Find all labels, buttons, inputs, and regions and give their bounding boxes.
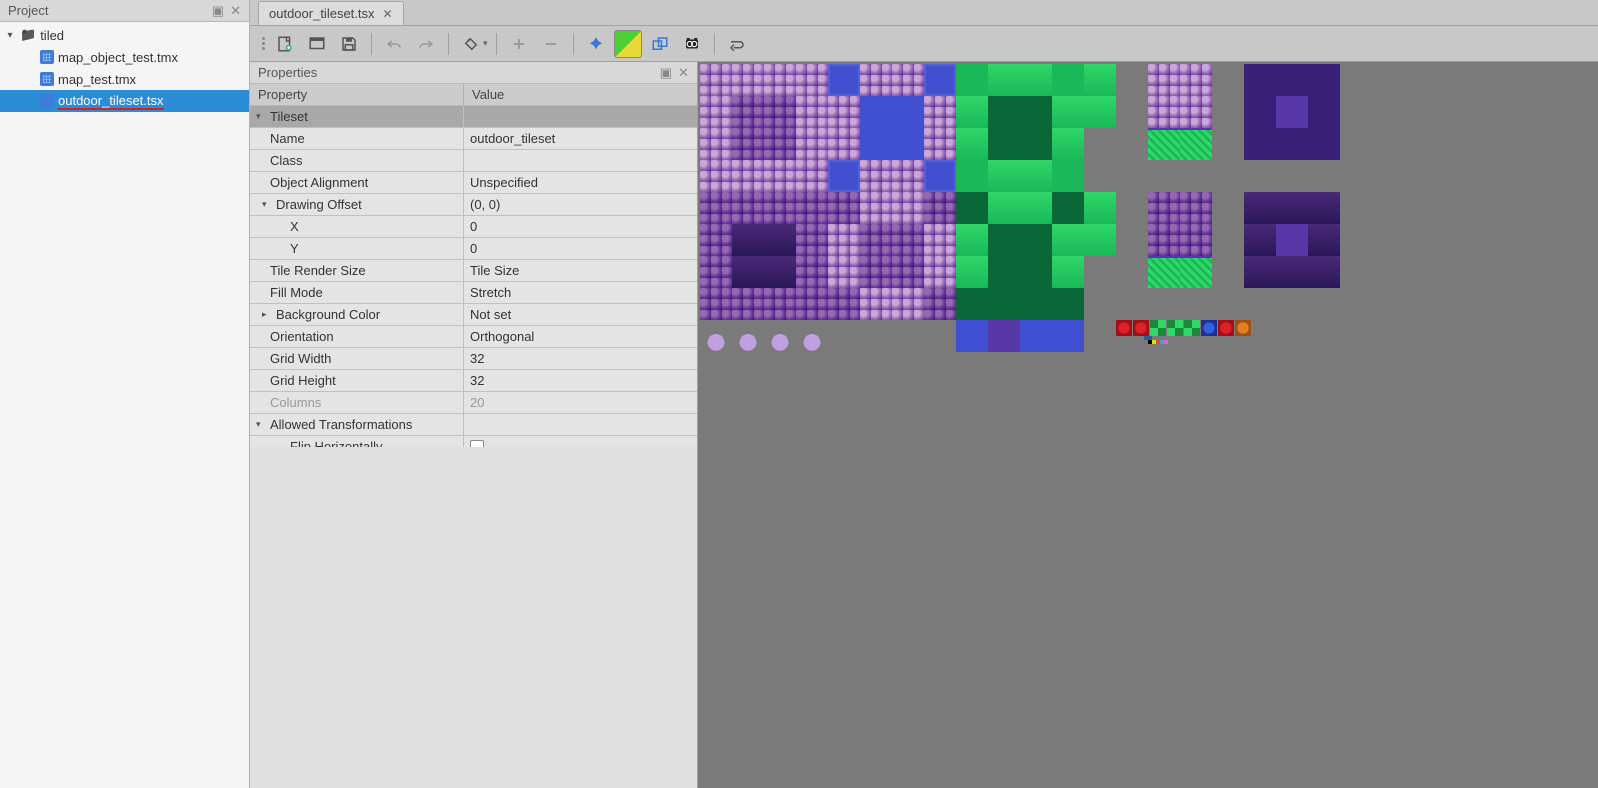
prop-orient-label: Orientation — [250, 326, 464, 347]
panel-float-icon[interactable]: ▣ — [212, 3, 224, 19]
add-tiles-button[interactable] — [505, 30, 533, 58]
prop-class-label: Class — [250, 150, 464, 171]
prop-alignment-label: Object Alignment — [250, 172, 464, 193]
tree-file-label: map_test.tmx — [58, 72, 136, 87]
collision-tool-button[interactable] — [646, 30, 674, 58]
save-button[interactable] — [335, 30, 363, 58]
prop-x-label: X — [250, 216, 464, 237]
chevron-down-icon[interactable]: ▾ — [4, 30, 16, 41]
animation-tool-button[interactable] — [678, 30, 706, 58]
tree-file-selected[interactable]: outdoor_tileset.tsx — [0, 90, 249, 112]
properties-panel-title: Properties — [258, 65, 317, 80]
drag-handle-icon[interactable] — [260, 37, 267, 50]
prop-fliph-label: Flip Horizontally — [250, 436, 464, 447]
tsx-file-icon — [40, 94, 54, 108]
tree-root-folder[interactable]: ▾ tiled — [0, 24, 249, 46]
tileset-properties-button[interactable] — [457, 30, 485, 58]
value-column-header: Value — [464, 84, 512, 105]
prop-fill-label: Fill Mode — [250, 282, 464, 303]
section-allowed[interactable]: Allowed Transformations — [270, 417, 412, 432]
flip-h-checkbox[interactable] — [470, 440, 484, 448]
terrain-tool-button[interactable] — [614, 30, 642, 58]
project-tree: ▾ tiled map_object_test.tmx map_test.tmx… — [0, 22, 249, 788]
prop-gw-value[interactable]: 32 — [464, 348, 697, 369]
prop-x-value[interactable]: 0 — [464, 216, 697, 237]
toolbar: ▾ — [250, 26, 1598, 62]
prop-y-label: Y — [250, 238, 464, 259]
project-panel-title: Project — [8, 3, 48, 18]
undo-button[interactable] — [380, 30, 408, 58]
sprite-row — [1116, 320, 1251, 336]
prop-name-label: Name — [250, 128, 464, 149]
prop-offset-value[interactable]: (0, 0) — [464, 194, 697, 215]
properties-panel: Properties ▣ ✕ Property Value ▾Tileset N… — [250, 62, 698, 788]
properties-grid-header: Property Value — [250, 84, 697, 106]
tmx-file-icon — [40, 72, 54, 86]
tree-folder-label: tiled — [40, 28, 64, 43]
document-tabbar: outdoor_tileset.tsx ✕ — [250, 0, 1598, 26]
prop-fill-value[interactable]: Stretch — [464, 282, 697, 303]
section-tileset[interactable]: Tileset — [270, 109, 308, 124]
embed-tileset-button[interactable] — [303, 30, 331, 58]
prop-cols-value: 20 — [464, 392, 697, 413]
pixel-sprite — [1144, 332, 1174, 352]
tileset-image[interactable] — [700, 64, 1340, 352]
panel-close-icon[interactable]: ✕ — [678, 65, 689, 81]
prop-bgcolor-label[interactable]: Background Color — [276, 307, 380, 322]
project-panel: Project ▣ ✕ ▾ tiled map_object_test.tmx … — [0, 0, 250, 788]
prop-render-value[interactable]: Tile Size — [464, 260, 697, 281]
prop-gh-label: Grid Height — [250, 370, 464, 391]
select-tool-button[interactable] — [582, 30, 610, 58]
tree-file-label: map_object_test.tmx — [58, 50, 178, 65]
prop-orient-value[interactable]: Orthogonal — [464, 326, 697, 347]
main-area: outdoor_tileset.tsx ✕ ▾ — [250, 0, 1598, 788]
prop-gw-label: Grid Width — [250, 348, 464, 369]
prop-alignment-value[interactable]: Unspecified — [464, 172, 697, 193]
folder-icon — [20, 27, 36, 43]
document-tab[interactable]: outdoor_tileset.tsx ✕ — [258, 1, 404, 25]
tree-file[interactable]: map_test.tmx — [0, 68, 249, 90]
tree-file[interactable]: map_object_test.tmx — [0, 46, 249, 68]
prop-offset-label[interactable]: Drawing Offset — [276, 197, 362, 212]
project-panel-header: Project ▣ ✕ — [0, 0, 249, 22]
dynamic-wrapping-button[interactable] — [723, 30, 751, 58]
new-tileset-button[interactable] — [271, 30, 299, 58]
prop-render-label: Tile Render Size — [250, 260, 464, 281]
tileset-viewport[interactable] — [698, 62, 1598, 788]
tree-file-label: outdoor_tileset.tsx — [58, 93, 164, 110]
prop-bgcolor-value[interactable]: Not set — [464, 304, 697, 325]
custom-props-area[interactable] — [250, 447, 697, 788]
prop-cols-label: Columns — [250, 392, 464, 413]
prop-gh-value[interactable]: 32 — [464, 370, 697, 391]
properties-panel-header: Properties ▣ ✕ — [250, 62, 697, 84]
properties-list: ▾Tileset Nameoutdoor_tileset Class Objec… — [250, 106, 697, 447]
redo-button[interactable] — [412, 30, 440, 58]
panel-float-icon[interactable]: ▣ — [660, 65, 672, 81]
remove-tiles-button[interactable] — [537, 30, 565, 58]
prop-class-value[interactable] — [464, 150, 697, 171]
prop-y-value[interactable]: 0 — [464, 238, 697, 259]
prop-name-value[interactable]: outdoor_tileset — [464, 128, 697, 149]
property-column-header: Property — [250, 84, 464, 105]
close-icon[interactable]: ✕ — [383, 7, 393, 21]
panel-close-icon[interactable]: ✕ — [230, 3, 241, 19]
tab-label: outdoor_tileset.tsx — [269, 6, 375, 21]
tmx-file-icon — [40, 50, 54, 64]
